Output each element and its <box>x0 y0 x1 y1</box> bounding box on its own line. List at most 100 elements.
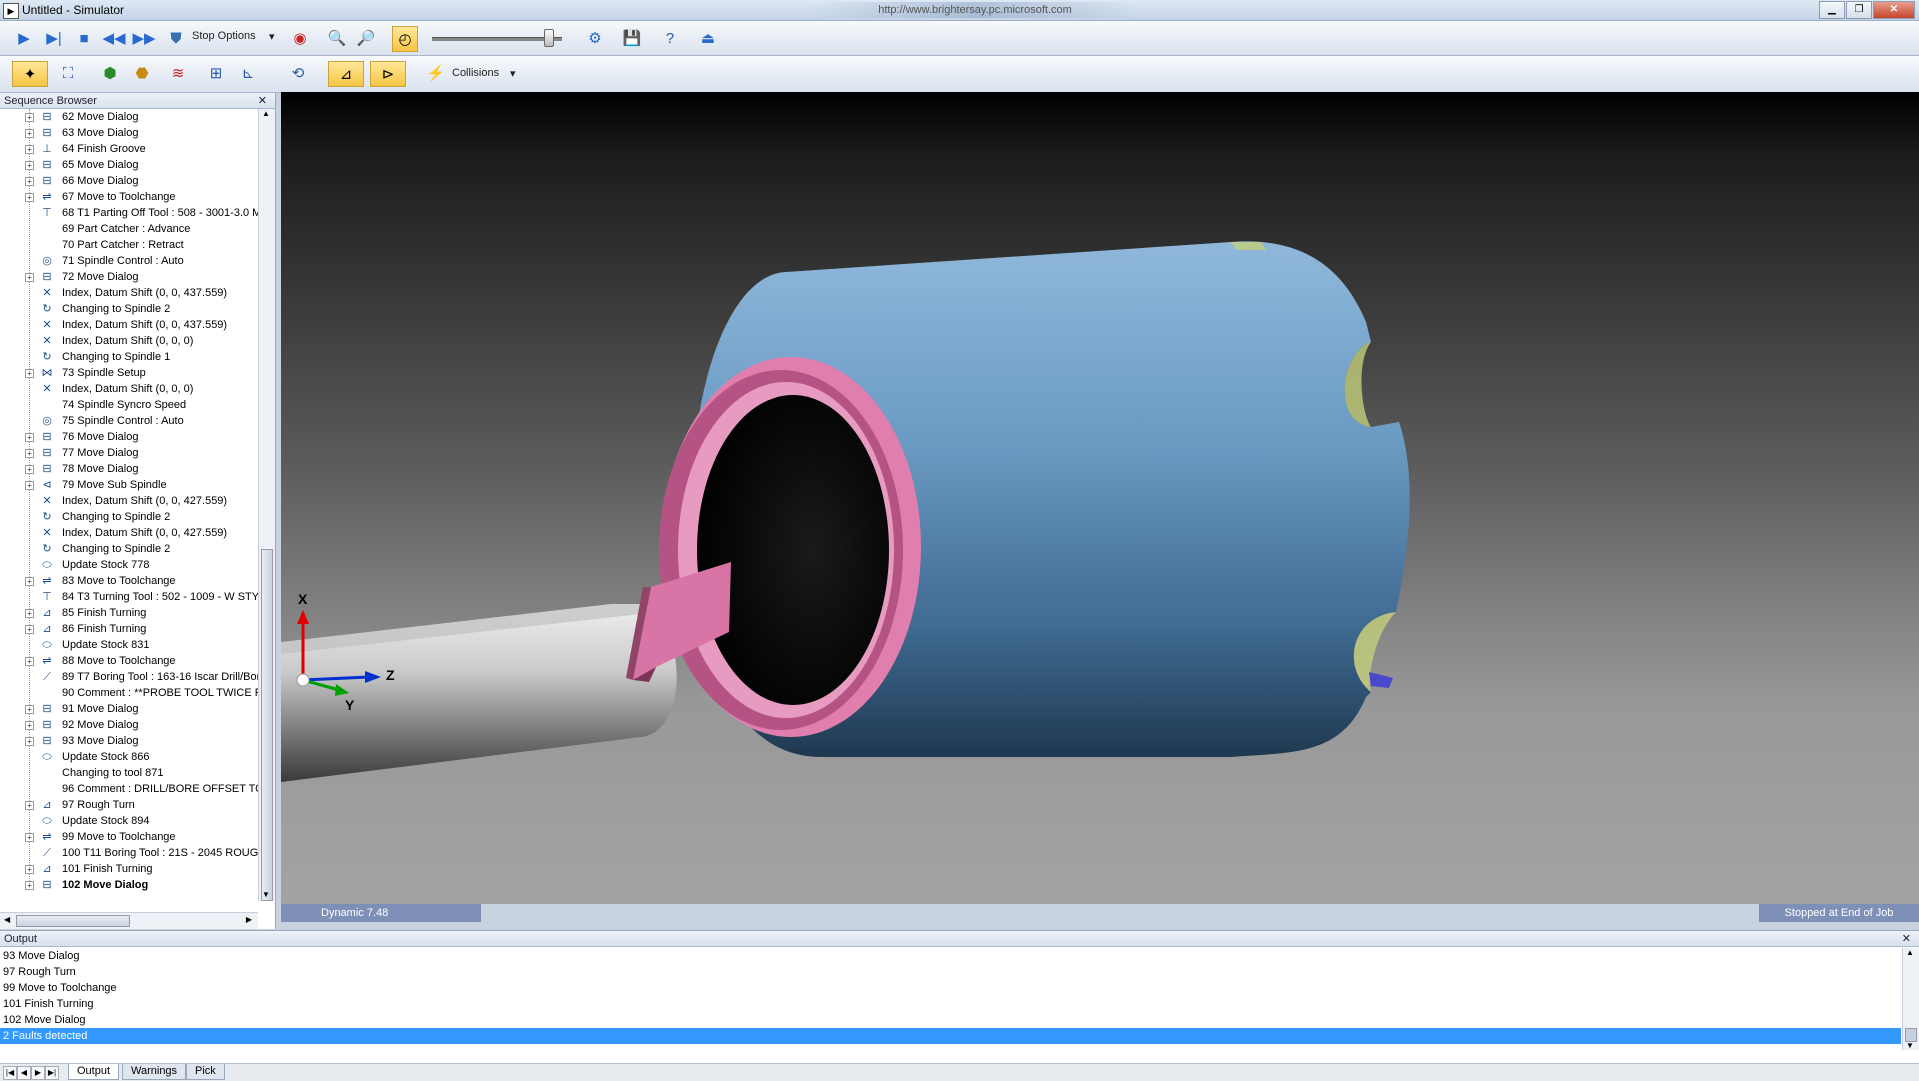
output-line[interactable]: 101 Finish Turning <box>0 996 1901 1012</box>
stock-view-icon[interactable]: ⬢ <box>98 61 122 85</box>
toolpath-icon[interactable]: ≋ <box>166 61 190 85</box>
scroll-thumb[interactable] <box>261 549 273 901</box>
output-line[interactable]: 99 Move to Toolchange <box>0 980 1901 996</box>
prev-tab-icon[interactable]: ◀ <box>17 1066 31 1080</box>
expand-icon[interactable]: + <box>25 193 34 202</box>
tree-item[interactable]: ↻ Changing to Spindle 1 <box>0 349 258 365</box>
tree-item[interactable]: ✕ Index, Datum Shift (0, 0, 0) <box>0 333 258 349</box>
tree-item[interactable]: + ⊟ 65 Move Dialog <box>0 157 258 173</box>
tree-item[interactable]: ◎ 75 Spindle Control : Auto <box>0 413 258 429</box>
tree-item[interactable]: 74 Spindle Syncro Speed <box>0 397 258 413</box>
record-icon[interactable]: ◉ <box>288 26 312 50</box>
tree-item[interactable]: + ⊟ 91 Move Dialog <box>0 701 258 717</box>
tree-item[interactable]: ⬭ Update Stock 778 <box>0 557 258 573</box>
next-tab-icon[interactable]: ▶ <box>31 1066 45 1080</box>
expand-icon[interactable]: + <box>25 145 34 154</box>
tree-item[interactable]: 96 Comment : DRILL/BORE OFFSET TO <box>0 781 258 797</box>
minimize-button[interactable]: ▁ <box>1819 1 1845 19</box>
tree-item[interactable]: + ⊟ 93 Move Dialog <box>0 733 258 749</box>
collisions-button[interactable]: Collisions <box>452 67 499 79</box>
app-icon[interactable]: ▶ <box>3 3 19 19</box>
tree-item[interactable]: ✕ Index, Datum Shift (0, 0, 437.559) <box>0 285 258 301</box>
expand-icon[interactable]: + <box>25 865 34 874</box>
tree-item[interactable]: ✕ Index, Datum Shift (0, 0, 427.559) <box>0 493 258 509</box>
tree-item[interactable]: 90 Comment : **PROBE TOOL TWICE FC <box>0 685 258 701</box>
tree-item[interactable]: + ⊟ 77 Move Dialog <box>0 445 258 461</box>
expand-icon[interactable]: + <box>25 609 34 618</box>
tree-item[interactable]: ↻ Changing to Spindle 2 <box>0 509 258 525</box>
scroll-right-icon[interactable]: ▶ <box>246 915 252 924</box>
tree-item[interactable]: + ⊲ 79 Move Sub Spindle <box>0 477 258 493</box>
measure-icon[interactable]: ⊾ <box>236 61 260 85</box>
tree-item[interactable]: ⬭ Update Stock 866 <box>0 749 258 765</box>
fixture-icon[interactable]: ⬣ <box>130 61 154 85</box>
output-line[interactable]: 2 Faults detected <box>0 1028 1901 1044</box>
machine-icon[interactable]: ⛶ <box>56 61 80 85</box>
close-icon[interactable]: ✕ <box>258 93 267 109</box>
expand-icon[interactable]: + <box>25 465 34 474</box>
collisions-dropdown-icon[interactable]: ▾ <box>510 67 516 80</box>
save-icon[interactable]: 💾 <box>620 26 644 50</box>
sequence-vertical-scrollbar[interactable]: ▲ ▼ <box>258 109 275 901</box>
expand-icon[interactable]: + <box>25 737 34 746</box>
scroll-thumb[interactable] <box>1905 1028 1917 1042</box>
zoom-fit-icon[interactable]: 🔎 <box>354 26 378 50</box>
expand-icon[interactable]: + <box>25 801 34 810</box>
expand-icon[interactable]: + <box>25 881 34 890</box>
speed-gauge-icon[interactable]: ◴ <box>392 26 418 52</box>
expand-icon[interactable]: + <box>25 273 34 282</box>
tree-item[interactable]: ⬭ Update Stock 894 <box>0 813 258 829</box>
tree-item[interactable]: + ⊿ 97 Rough Turn <box>0 797 258 813</box>
tool-view-icon[interactable]: ⊿ <box>328 61 364 87</box>
collisions-icon[interactable]: ⚡ <box>424 61 448 85</box>
expand-icon[interactable]: + <box>25 369 34 378</box>
expand-icon[interactable]: + <box>25 449 34 458</box>
settings-icon[interactable]: ⚙ <box>583 26 607 50</box>
expand-icon[interactable]: + <box>25 113 34 122</box>
expand-icon[interactable]: + <box>25 705 34 714</box>
tree-item[interactable]: ⊤ 68 T1 Parting Off Tool : 508 - 3001-3.0… <box>0 205 258 221</box>
expand-icon[interactable]: + <box>25 161 34 170</box>
sequence-horizontal-scrollbar[interactable]: ◀ ▶ <box>0 912 258 929</box>
scroll-left-icon[interactable]: ◀ <box>4 915 10 924</box>
tree-item[interactable]: ⟋ 100 T11 Boring Tool : 21S - 2045 ROUGH <box>0 845 258 861</box>
stop-options-icon[interactable]: ⛊ <box>164 26 188 50</box>
simulation-viewport[interactable]: X Y Z <box>281 92 1919 904</box>
expand-icon[interactable]: + <box>25 833 34 842</box>
tree-item[interactable]: + ⋈ 73 Spindle Setup <box>0 365 258 381</box>
tree-item[interactable]: ⟋ 89 T7 Boring Tool : 163-16 Iscar Drill/… <box>0 669 258 685</box>
tree-item[interactable]: ✕ Index, Datum Shift (0, 0, 437.559) <box>0 317 258 333</box>
tree-item[interactable]: + ⊿ 101 Finish Turning <box>0 861 258 877</box>
expand-icon[interactable]: + <box>25 721 34 730</box>
step-icon[interactable]: ▶| <box>42 26 66 50</box>
close-button[interactable]: ✕ <box>1873 1 1915 19</box>
tree-item[interactable]: + ⇌ 88 Move to Toolchange <box>0 653 258 669</box>
scroll-down-icon[interactable]: ▼ <box>1906 1041 1914 1050</box>
tree-item[interactable]: ⬭ Update Stock 831 <box>0 637 258 653</box>
expand-icon[interactable]: + <box>25 433 34 442</box>
expand-icon[interactable]: + <box>25 657 34 666</box>
tree-item[interactable]: ◎ 71 Spindle Control : Auto <box>0 253 258 269</box>
tree-item[interactable]: ↻ Changing to Spindle 2 <box>0 301 258 317</box>
fast-forward-icon[interactable]: ▶▶ <box>132 26 156 50</box>
tree-item[interactable]: + ⊥ 64 Finish Groove <box>0 141 258 157</box>
tree-item[interactable]: ↻ Changing to Spindle 2 <box>0 541 258 557</box>
tree-item[interactable]: 69 Part Catcher : Advance <box>0 221 258 237</box>
scroll-up-icon[interactable]: ▲ <box>1906 948 1914 957</box>
expand-icon[interactable]: + <box>25 177 34 186</box>
stop-options-button[interactable]: Stop Options <box>192 30 256 42</box>
rewind-icon[interactable]: ◀◀ <box>102 26 126 50</box>
last-tab-icon[interactable]: ▶| <box>45 1066 59 1080</box>
tree-item[interactable]: + ⊟ 66 Move Dialog <box>0 173 258 189</box>
output-line[interactable]: 93 Move Dialog <box>0 948 1901 964</box>
eject-icon[interactable]: ⏏ <box>696 26 720 50</box>
tree-item[interactable]: + ⇌ 67 Move to Toolchange <box>0 189 258 205</box>
expand-icon[interactable]: + <box>25 625 34 634</box>
play-icon[interactable]: ▶ <box>12 26 36 50</box>
tree-item[interactable]: 70 Part Catcher : Retract <box>0 237 258 253</box>
tree-item[interactable]: + ⊟ 72 Move Dialog <box>0 269 258 285</box>
section-view-icon[interactable]: ⊞ <box>204 61 228 85</box>
output-line[interactable]: 102 Move Dialog <box>0 1012 1901 1028</box>
tree-item[interactable]: + ⊟ 92 Move Dialog <box>0 717 258 733</box>
tree-item[interactable]: + ⊿ 85 Finish Turning <box>0 605 258 621</box>
